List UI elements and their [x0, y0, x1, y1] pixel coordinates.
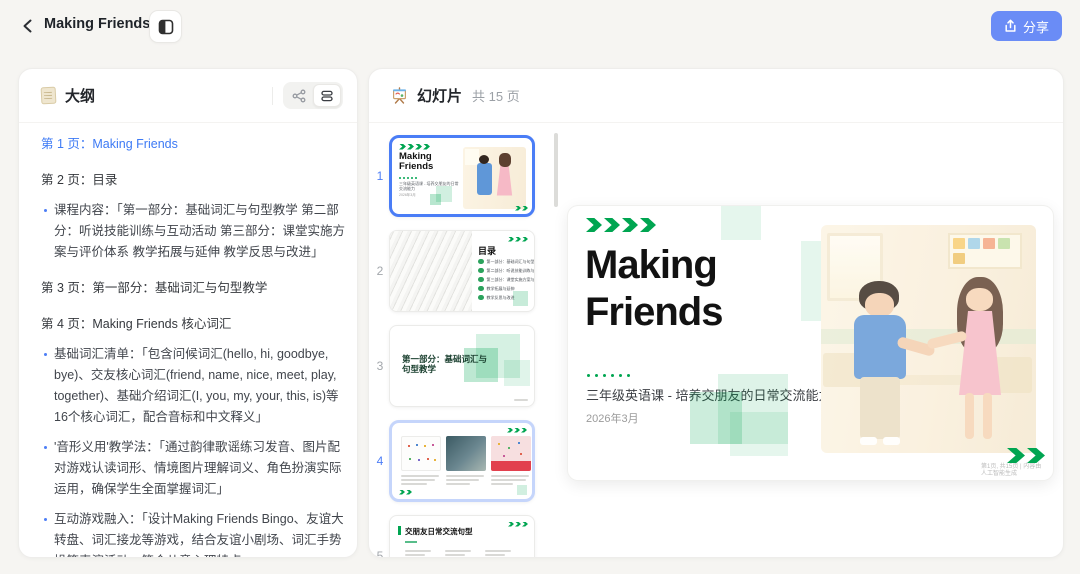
header-divider — [272, 86, 273, 105]
slides-panel-header: 幻灯片 共 15 页 — [369, 69, 1063, 123]
easel-icon — [392, 87, 407, 104]
dots-decoration — [399, 176, 417, 179]
chevron-decoration — [515, 205, 528, 211]
slide-thumbnail-row: 4 — [373, 418, 535, 503]
slide-title: Making Friends — [585, 243, 723, 334]
panel-layout-icon — [158, 19, 173, 34]
green-square — [504, 359, 530, 386]
slides-panel: 幻灯片 共 15 页 1 Making Friends 三年级英语课 - 培养交… — [368, 68, 1064, 558]
mindmap-icon — [292, 89, 306, 102]
mindmap-view-button[interactable] — [285, 84, 313, 107]
green-square — [430, 193, 441, 205]
dots-decoration — [587, 374, 630, 377]
outline-content: 第 1 页：Making Friends 第 2 页：目录 课程内容：「第一部分… — [41, 127, 345, 557]
outline-panel-header: 大纲 — [19, 69, 357, 123]
slide-footer-text: 第1页, 共15页 | 内容由人工智能生成 — [981, 464, 1042, 477]
thumbnail-number: 3 — [376, 358, 384, 373]
outline-panel: 大纲 第 1 页：Making Friends 第 2 页：目录 课程内容：「第… — [18, 68, 358, 558]
outline-panel-title: 大纲 — [65, 88, 96, 105]
back-button[interactable] — [16, 14, 40, 38]
slide-preview: Making Friends 三年级英语课 - 培养交朋友的日常交流能力 202… — [568, 206, 1053, 480]
outline-bullet[interactable]: 互动游戏融入：「设计Making Friends Bingo、友谊大转盘、词汇接… — [41, 509, 345, 557]
slide-footer: 第1页, 共15页 | 内容由人工智能生成 — [981, 448, 1045, 478]
accent-underline — [405, 540, 417, 543]
green-square — [721, 206, 761, 240]
list-view-button[interactable] — [313, 84, 341, 107]
thumbnail-title: 第一部分：基础词汇与句型教学 — [402, 353, 488, 374]
green-square — [517, 484, 527, 495]
green-square — [730, 412, 788, 456]
thumbnail-number: 4 — [376, 453, 384, 468]
chevron-decoration — [507, 427, 527, 433]
share-icon — [1005, 19, 1016, 32]
thumbnail-number: 2 — [376, 263, 384, 278]
list-view-icon — [321, 90, 333, 101]
share-button-label: 分享 — [1022, 19, 1049, 35]
slides-panel-title: 幻灯片 — [417, 88, 463, 105]
thumbnail-number: 1 — [376, 168, 384, 183]
thumbnail-title: 交朋友日常交流句型 — [405, 526, 473, 536]
slide-thumbnail-3[interactable]: 第一部分：基础词汇与句型教学 — [389, 324, 535, 407]
micro-footer — [514, 398, 528, 401]
chevron-decoration — [508, 521, 528, 527]
green-square — [513, 290, 528, 306]
outline-bullet[interactable]: '音形义用'教学法：「通过韵律歌谣练习发音、图片配对游戏认读词形、情境图片理解词… — [41, 437, 345, 500]
slide-thumbnail-2[interactable]: 目录 第一部分：基础词汇与句型教学 第二部分：听说技能训练与互动活动 第三部分：… — [389, 229, 535, 312]
thumbnail-title: Making Friends — [399, 150, 434, 172]
toc-item: 第二部分：听说技能训练与互动活动 — [486, 267, 535, 273]
slide-thumbnail-4[interactable] — [389, 419, 535, 502]
thumbnail-scrollbar[interactable] — [554, 133, 558, 207]
back-icon — [23, 19, 32, 33]
slide-date: 2026年3月 — [586, 413, 639, 425]
thumbnail-photo — [463, 146, 526, 209]
toc-item: 教学拓展与延伸 — [486, 285, 515, 291]
toc-item: 教学反思与改进 — [486, 294, 515, 300]
toc-item: 第三部分：课堂实施方案与评价体系 — [486, 276, 535, 282]
slide-thumbnail-row: 3 第一部分：基础词汇与句型教学 — [373, 323, 535, 408]
micro-columns — [405, 549, 511, 556]
thumbnail-date: 2026年3月 — [399, 192, 416, 197]
toc-item: 第一部分：基础词汇与句型教学 — [486, 258, 535, 264]
thumbnail-title: 目录 — [478, 245, 497, 256]
panel-layout-toggle-button[interactable] — [149, 10, 182, 43]
chevron-decoration — [399, 489, 412, 495]
texture-decoration — [390, 230, 472, 311]
outline-page-1[interactable]: 第 1 页：Making Friends — [41, 134, 345, 155]
slide-thumbnail-row: 2 目录 第一部分：基础词汇与句型教学 第二部分：听说技能训练与互动活动 第三部… — [373, 228, 535, 313]
chevron-decoration — [1007, 448, 1045, 463]
thumbnail-image-cards — [401, 435, 531, 485]
chevron-decoration — [508, 236, 528, 242]
slide-thumbnail-5[interactable]: 交朋友日常交流句型 — [389, 514, 535, 557]
share-button[interactable]: 分享 — [990, 11, 1062, 41]
slide-photo — [821, 225, 1036, 453]
slide-thumbnail-row: 5 交朋友日常交流句型 — [373, 513, 535, 558]
slide-thumbnail-row: 1 Making Friends 三年级英语课 - 培养交朋友的日常交流能力 2… — [373, 133, 535, 218]
outline-page-4[interactable]: 第 4 页：Making Friends 核心词汇 — [41, 314, 345, 335]
outline-bullet[interactable]: 基础词汇清单：「包含问候词汇(hello, hi, goodbye, bye)、… — [41, 344, 345, 428]
chevron-decoration — [586, 218, 656, 232]
chevron-decoration — [399, 143, 430, 150]
outline-page-2[interactable]: 第 2 页：目录 — [41, 170, 345, 191]
outline-bullet[interactable]: 课程内容：「第一部分：基础词汇与句型教学 第二部分：听说技能训练与互动活动 第三… — [41, 200, 345, 263]
memo-icon — [40, 86, 57, 105]
slides-page-count: 共 15 页 — [472, 89, 520, 104]
thumbnail-number: 5 — [376, 548, 384, 558]
slide-thumbnail-1[interactable]: Making Friends 三年级英语课 - 培养交朋友的日常交流能力 202… — [389, 134, 535, 217]
topbar: Making Friends 分享 — [0, 0, 1080, 52]
accent-bar — [398, 525, 401, 535]
document-title: Making Friends — [44, 16, 151, 32]
outline-view-toggle — [283, 82, 343, 109]
outline-page-3[interactable]: 第 3 页：第一部分：基础词汇与句型教学 — [41, 278, 345, 299]
